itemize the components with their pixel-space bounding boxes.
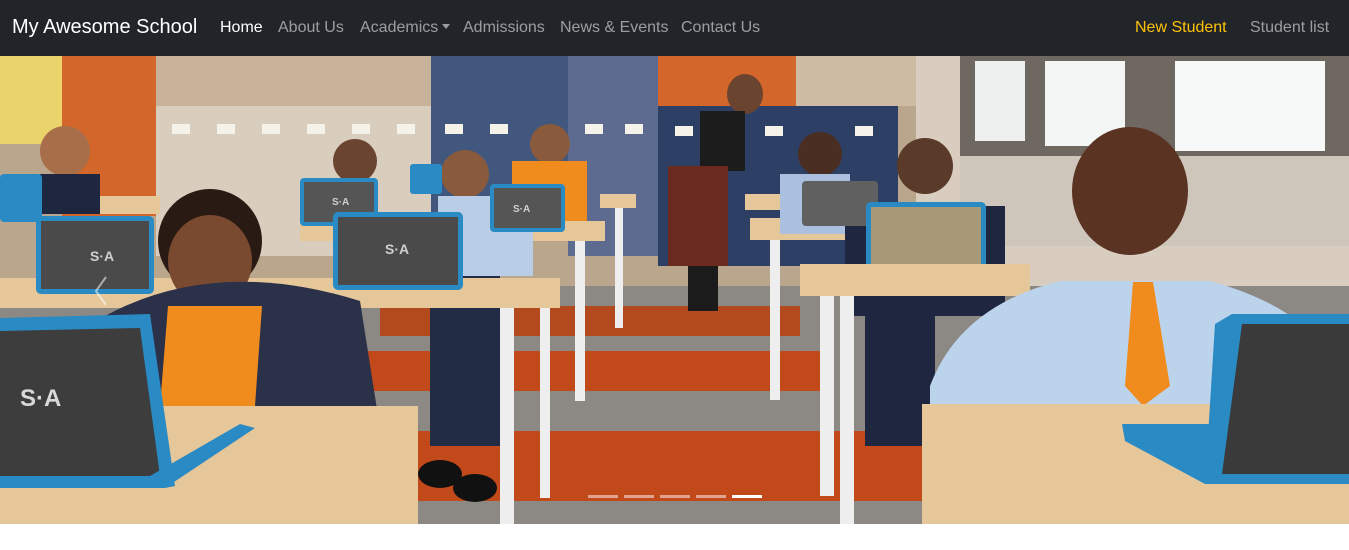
nav-academics-label: Academics [360,19,439,36]
laptop-logo-front-left: S·A [20,385,61,412]
carousel-indicators [588,495,764,501]
nav-academics-dropdown[interactable]: Academics [360,19,451,37]
floor-stripe-2 [360,351,820,391]
hero-carousel: S·A S·A S·A S·A S·A [0,56,1349,524]
nav-admissions[interactable]: Admissions [463,19,545,37]
window-pane-1 [975,61,1025,141]
laptop-back-2 [410,164,442,194]
desk-middle-right [800,264,1030,296]
nav-new-student[interactable]: New Student [1135,19,1227,37]
nav-student-list[interactable]: Student list [1250,19,1329,37]
teacher-head [727,74,763,114]
student-back-boy-head [333,139,377,183]
laptop-logo-mid-boy: S·A [385,241,409,257]
lockers-top [156,56,431,106]
desk-far-back [600,194,636,208]
teacher-legs [688,266,718,311]
chevron-left-icon [94,276,107,306]
student-girl-left-body [40,174,100,214]
teacher-top [700,111,745,171]
window-pane-3 [1175,61,1325,151]
student-mid-boy-head [441,150,489,198]
carousel-indicator-4[interactable] [696,495,726,498]
nav-home[interactable]: Home [220,19,263,37]
front-girl-shirt [160,306,262,406]
classroom-photo: S·A S·A S·A S·A S·A [0,56,1349,524]
nav-contact-us[interactable]: Contact Us [681,19,760,37]
student-girl-left-head [40,126,90,176]
lockers-top-right [796,56,916,106]
front-boy-face [1072,127,1188,255]
carousel-indicator-1[interactable] [588,495,618,498]
brand-logo[interactable]: My Awesome School [12,16,197,39]
nav-news-events[interactable]: News & Events [560,19,668,37]
laptop-logo-back-1: S·A [332,197,349,208]
student-back-girl-head [530,124,570,164]
student-mid-boy-shoe-2 [453,474,497,502]
nav-about-us[interactable]: About Us [278,19,344,37]
carousel-prev-button[interactable] [80,261,120,321]
laptop-far-left [0,174,42,222]
carousel-indicator-2[interactable] [624,495,654,498]
student-right-back-head [798,132,842,176]
top-navbar: My Awesome School Home About Us Academic… [0,0,1349,56]
teacher-skirt [668,166,728,266]
carousel-indicator-5[interactable] [732,495,762,498]
laptop-logo-back-3: S·A [513,204,530,215]
student-glasses-girl-head [897,138,953,194]
caret-down-icon [442,24,451,29]
carousel-indicator-3[interactable] [660,495,690,498]
